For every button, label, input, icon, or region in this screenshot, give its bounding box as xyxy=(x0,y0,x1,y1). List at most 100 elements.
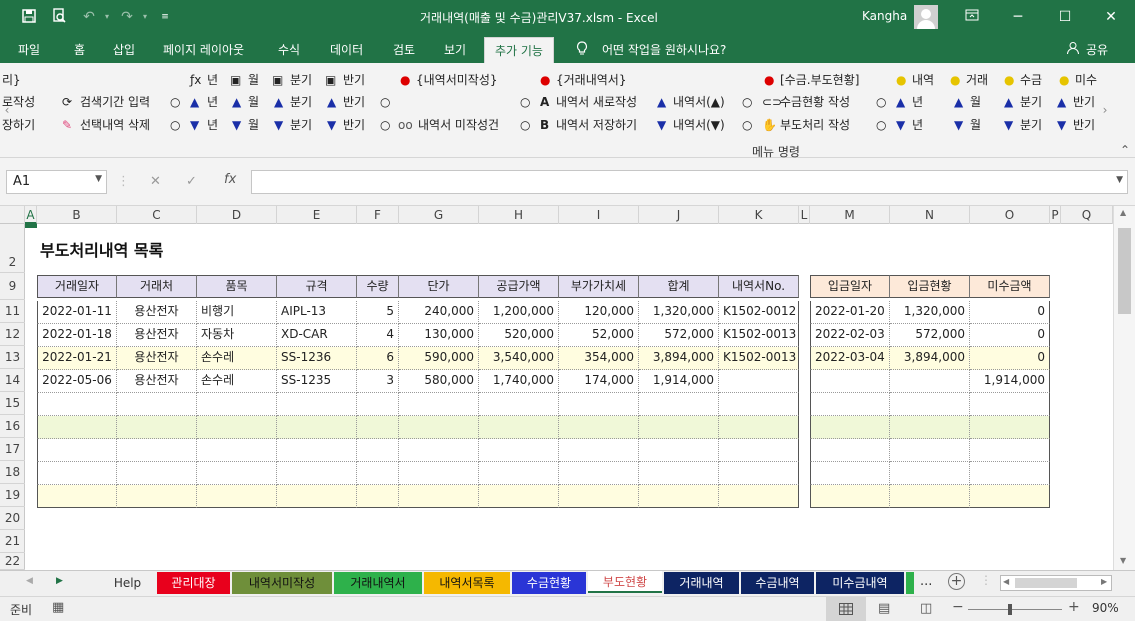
table-cell[interactable] xyxy=(639,485,719,508)
quarter-up-button[interactable]: 분기 xyxy=(290,95,312,109)
month-up-button[interactable]: 월 xyxy=(248,95,259,109)
tab-insert[interactable]: 삽입 xyxy=(113,41,135,58)
tab-data[interactable]: 데이터 xyxy=(330,41,363,58)
table-cell[interactable] xyxy=(399,393,479,416)
table-cell[interactable]: 2022-01-11 xyxy=(37,301,117,324)
table-header-cell[interactable]: 내역서No. xyxy=(719,275,799,298)
table-cell[interactable] xyxy=(810,393,890,416)
table-cell[interactable] xyxy=(970,416,1050,439)
sheet-tab[interactable]: Help xyxy=(100,572,155,594)
table-cell[interactable] xyxy=(970,439,1050,462)
row-header[interactable]: 14 xyxy=(0,369,25,392)
table-cell[interactable]: 2022-01-18 xyxy=(37,324,117,347)
table-cell[interactable]: K1502-0013 xyxy=(719,347,799,370)
table-cell[interactable] xyxy=(890,370,970,393)
scroll-tabs-right-icon[interactable]: ▶ xyxy=(56,576,63,586)
zoom-in-icon[interactable]: + xyxy=(1068,599,1080,615)
add-sheet-icon[interactable]: + xyxy=(948,573,965,590)
row-header[interactable]: 9 xyxy=(0,273,25,300)
search-period-button[interactable]: 검색기간 입력 xyxy=(80,95,150,109)
table-cell[interactable]: 손수레 xyxy=(197,347,277,370)
table-cell[interactable]: 0 xyxy=(970,324,1050,347)
table-cell[interactable]: 590,000 xyxy=(399,347,479,370)
table-cell[interactable] xyxy=(890,439,970,462)
table-header-cell[interactable]: 입금현황 xyxy=(890,275,970,298)
column-header[interactable]: G xyxy=(399,206,479,224)
table-cell[interactable] xyxy=(719,393,799,416)
collection-header-button[interactable]: 수금 xyxy=(1020,73,1042,87)
customize-toolbar-icon[interactable]: ≡ xyxy=(156,8,174,26)
table-cell[interactable]: 1,914,000 xyxy=(970,370,1050,393)
row-header[interactable]: 17 xyxy=(0,438,25,461)
table-header-cell[interactable]: 거래처 xyxy=(117,275,197,298)
scroll-right-icon[interactable]: ▶ xyxy=(1101,577,1107,586)
row-header[interactable]: 20 xyxy=(0,507,25,530)
row-header[interactable]: 11 xyxy=(0,300,25,323)
table-cell[interactable] xyxy=(639,462,719,485)
bounce-process-button[interactable]: 부도처리 작성 xyxy=(780,118,850,132)
table-cell[interactable] xyxy=(37,416,117,439)
table-cell[interactable] xyxy=(277,462,357,485)
column-header[interactable]: I xyxy=(559,206,639,224)
column-header[interactable]: Q xyxy=(1061,206,1113,224)
table-header-cell[interactable]: 부가가치세 xyxy=(559,275,639,298)
table-cell[interactable] xyxy=(37,485,117,508)
minimize-icon[interactable]: ─ xyxy=(1004,5,1032,29)
table-cell[interactable]: 3 xyxy=(357,370,399,393)
table-header-cell[interactable]: 단가 xyxy=(399,275,479,298)
table-cell[interactable]: 2022-01-20 xyxy=(810,301,890,324)
table-cell[interactable]: 6 xyxy=(357,347,399,370)
radio-icon[interactable]: ○ xyxy=(380,95,390,109)
table-cell[interactable] xyxy=(479,462,559,485)
table-header-cell[interactable]: 공급가액 xyxy=(479,275,559,298)
table-cell[interactable] xyxy=(890,416,970,439)
undo-icon[interactable]: ↶ xyxy=(80,8,98,26)
table-cell[interactable]: 3,540,000 xyxy=(479,347,559,370)
table-cell[interactable] xyxy=(197,439,277,462)
table-cell[interactable] xyxy=(197,393,277,416)
column-header[interactable]: J xyxy=(639,206,719,224)
table-cell[interactable]: 354,000 xyxy=(559,347,639,370)
table-cell[interactable]: 2022-02-03 xyxy=(810,324,890,347)
trade-header-button[interactable]: 거래 xyxy=(966,73,988,87)
table-cell[interactable]: 572,000 xyxy=(639,324,719,347)
table-cell[interactable] xyxy=(479,416,559,439)
scroll-down-icon[interactable]: ▼ xyxy=(1120,556,1126,565)
ribbon-scroll-right-icon[interactable]: › xyxy=(1098,63,1112,158)
column-header[interactable]: P xyxy=(1050,206,1061,224)
vertical-scrollbar[interactable]: ▲ ▼ xyxy=(1113,206,1135,570)
splitter-icon[interactable]: ⋮ xyxy=(980,573,992,587)
table-cell[interactable] xyxy=(890,462,970,485)
radio-icon[interactable]: ○ xyxy=(380,118,390,132)
table-cell[interactable] xyxy=(559,439,639,462)
save-icon[interactable] xyxy=(20,8,38,26)
collection-status-button[interactable]: 수금현황 작성 xyxy=(780,95,850,109)
sheet-tab[interactable]: 거래내역 xyxy=(664,572,739,594)
tab-file[interactable]: 파일 xyxy=(18,41,40,58)
header-month-button[interactable]: 월 xyxy=(248,73,259,87)
table-cell[interactable]: 52,000 xyxy=(559,324,639,347)
table-cell[interactable]: SS-1236 xyxy=(277,347,357,370)
table-cell[interactable] xyxy=(810,370,890,393)
table-cell[interactable] xyxy=(399,439,479,462)
year-up-button-2[interactable]: 년 xyxy=(912,95,923,109)
table-header-cell[interactable]: 거래일자 xyxy=(37,275,117,298)
table-cell[interactable]: 2022-01-21 xyxy=(37,347,117,370)
table-cell[interactable] xyxy=(890,393,970,416)
table-cell[interactable]: 130,000 xyxy=(399,324,479,347)
table-header-cell[interactable]: 미수금액 xyxy=(970,275,1050,298)
delete-selection-button[interactable]: 선택내역 삭제 xyxy=(80,118,150,132)
quarter-down-button[interactable]: 분기 xyxy=(290,118,312,132)
redo-icon[interactable]: ↷ xyxy=(118,8,136,26)
month-down-button-2[interactable]: 월 xyxy=(970,118,981,132)
table-cell[interactable]: SS-1235 xyxy=(277,370,357,393)
table-cell[interactable]: 174,000 xyxy=(559,370,639,393)
row-header[interactable]: 2 xyxy=(0,224,25,273)
table-cell[interactable] xyxy=(810,439,890,462)
scrollbar-thumb[interactable] xyxy=(1118,228,1131,314)
table-cell[interactable] xyxy=(719,462,799,485)
undo-dropdown-icon[interactable]: ▾ xyxy=(98,8,116,26)
sheet-tab[interactable]: 미수금내역 xyxy=(816,572,904,594)
header-half-button[interactable]: 반기 xyxy=(343,73,365,87)
select-all-corner[interactable] xyxy=(0,206,25,224)
